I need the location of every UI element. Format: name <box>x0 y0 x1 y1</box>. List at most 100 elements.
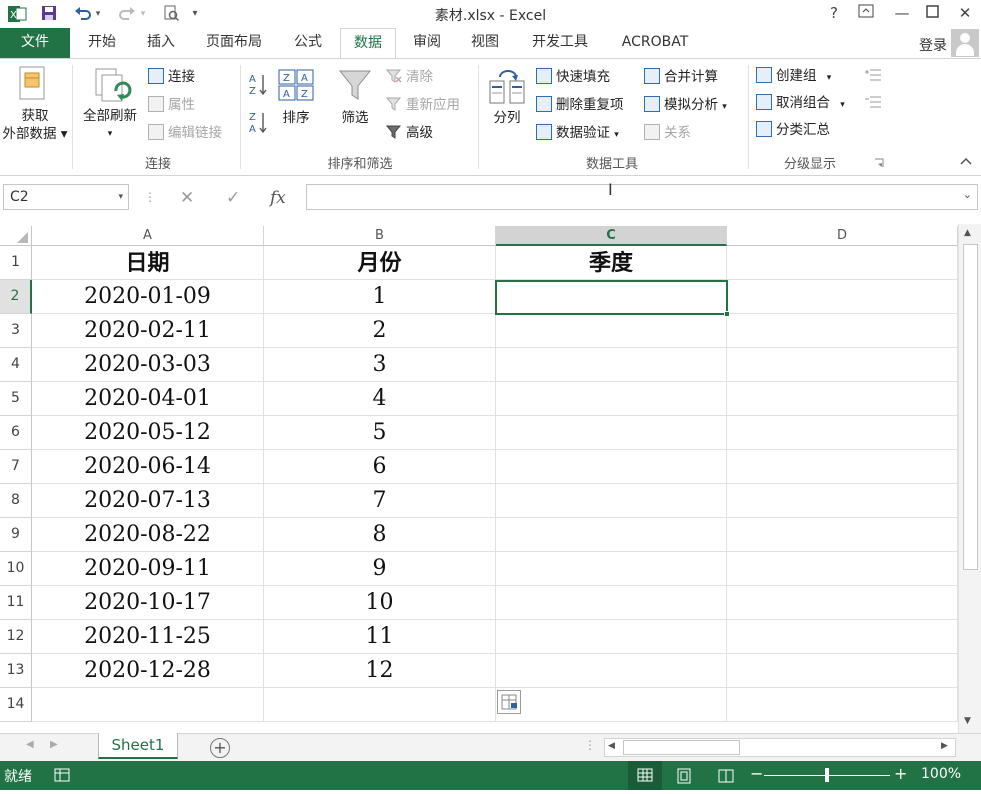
refresh-all-icon[interactable] <box>92 67 132 107</box>
zoom-slider-thumb[interactable] <box>825 768 829 782</box>
fill-handle[interactable] <box>724 311 730 317</box>
date-cell[interactable]: 2020-07-13 <box>32 484 264 518</box>
header-cell[interactable]: 日期 <box>32 246 264 280</box>
show-detail-icon[interactable] <box>864 68 882 82</box>
row-header[interactable]: 14 <box>0 688 32 722</box>
sort-dialog-icon[interactable]: ZAAZ <box>278 69 314 101</box>
empty-cell[interactable] <box>727 688 958 722</box>
row-header[interactable]: 12 <box>0 620 32 654</box>
date-cell[interactable]: 2020-04-01 <box>32 382 264 416</box>
get-external-data-icon[interactable] <box>16 65 52 103</box>
date-cell[interactable]: 2020-03-03 <box>32 348 264 382</box>
sort-button[interactable]: 排序 <box>274 109 318 127</box>
row-header[interactable]: 7 <box>0 450 32 484</box>
minimize-button[interactable]: — <box>888 2 916 24</box>
month-cell[interactable]: 6 <box>264 450 496 484</box>
remove-duplicates-button[interactable]: 删除重复项 <box>536 96 624 114</box>
row-header[interactable]: 9 <box>0 518 32 552</box>
maximize-button[interactable] <box>918 2 946 24</box>
empty-cell[interactable] <box>727 518 958 552</box>
tab-file[interactable]: 文件 <box>0 28 70 58</box>
month-cell[interactable]: 7 <box>264 484 496 518</box>
empty-cell[interactable] <box>727 280 958 314</box>
row-header[interactable]: 5 <box>0 382 32 416</box>
cancel-entry-icon[interactable]: ✕ <box>180 188 194 208</box>
empty-cell[interactable] <box>496 586 727 620</box>
advanced-filter-button[interactable]: 高级 <box>385 124 433 142</box>
empty-cell[interactable] <box>496 552 727 586</box>
empty-cell[interactable] <box>496 518 727 552</box>
zoom-in-icon[interactable]: + <box>894 764 907 783</box>
tab-developer[interactable]: 开发工具 <box>520 28 600 58</box>
ungroup-dropdown-icon[interactable]: ▾ <box>840 100 845 110</box>
date-cell[interactable]: 2020-12-28 <box>32 654 264 688</box>
text-to-columns-button[interactable]: 分列 <box>484 109 530 127</box>
tab-review[interactable]: 审阅 <box>404 28 450 58</box>
empty-cell[interactable] <box>727 314 958 348</box>
refresh-dropdown-icon[interactable]: ▾ <box>76 125 144 143</box>
vertical-scroll-thumb[interactable] <box>963 244 978 570</box>
hide-detail-icon[interactable] <box>864 95 882 109</box>
date-cell[interactable]: 2020-08-22 <box>32 518 264 552</box>
empty-cell[interactable] <box>496 654 727 688</box>
row-header[interactable]: 2 <box>0 280 32 314</box>
edit-links-button[interactable]: 编辑链接 <box>148 124 222 142</box>
consolidate-button[interactable]: 合并计算 <box>644 68 718 86</box>
tab-home[interactable]: 开始 <box>78 28 126 58</box>
empty-cell[interactable] <box>496 382 727 416</box>
empty-cell[interactable] <box>727 416 958 450</box>
reapply-button[interactable]: 重新应用 <box>385 96 460 114</box>
data-validation-button[interactable]: 数据验证 ▾ <box>536 124 619 144</box>
normal-view-icon[interactable] <box>628 761 662 790</box>
header-cell[interactable]: 季度 <box>496 246 727 280</box>
header-cell[interactable]: 月份 <box>264 246 496 280</box>
month-cell[interactable]: 10 <box>264 586 496 620</box>
month-cell[interactable]: 2 <box>264 314 496 348</box>
avatar[interactable] <box>951 29 979 57</box>
active-cell-c2[interactable] <box>495 280 730 317</box>
empty-cell[interactable] <box>496 450 727 484</box>
collapse-ribbon-icon[interactable] <box>958 155 974 167</box>
tab-view[interactable]: 视图 <box>462 28 508 58</box>
worksheet-grid[interactable]: A B C D 1 2 3 4 5 6 7 8 9 10 11 12 13 14 日期 月份 季度 2020-0… <box>0 224 958 733</box>
insert-function-icon[interactable]: fx <box>270 188 286 208</box>
zoom-out-icon[interactable]: − <box>750 764 763 783</box>
empty-cell[interactable] <box>496 620 727 654</box>
empty-cell[interactable] <box>727 382 958 416</box>
date-cell[interactable]: 2020-09-11 <box>32 552 264 586</box>
refresh-all-button[interactable]: 全部刷新 ▾ <box>76 107 144 143</box>
close-button[interactable]: ✕ <box>951 2 979 24</box>
scroll-up-icon[interactable]: ▲ <box>964 228 971 238</box>
empty-cell[interactable] <box>727 450 958 484</box>
empty-cell[interactable] <box>496 314 727 348</box>
row-header[interactable]: 4 <box>0 348 32 382</box>
zoom-level[interactable]: 100% <box>921 766 961 782</box>
properties-button[interactable]: 属性 <box>148 96 195 114</box>
group-button[interactable]: 创建组 ▾ <box>756 67 831 87</box>
formula-bar-options-icon[interactable]: ⋮ <box>144 190 156 204</box>
tab-acrobat[interactable]: ACROBAT <box>612 28 698 58</box>
horizontal-scrollbar[interactable]: ◀ ▶ <box>604 738 956 757</box>
tab-formulas[interactable]: 公式 <box>284 28 332 58</box>
clear-filter-button[interactable]: 清除 <box>385 68 433 86</box>
sheet-tab-sheet1[interactable]: Sheet1 <box>98 733 178 759</box>
empty-cell[interactable] <box>727 246 958 280</box>
login-link[interactable]: 登录 <box>919 35 947 55</box>
row-header[interactable]: 8 <box>0 484 32 518</box>
confirm-entry-icon[interactable]: ✓ <box>226 188 240 208</box>
row-header[interactable]: 1 <box>0 246 32 280</box>
sheet-scroll-right-icon[interactable]: ▶ <box>50 739 58 750</box>
scroll-down-icon[interactable]: ▼ <box>964 716 971 726</box>
month-cell[interactable]: 5 <box>264 416 496 450</box>
what-if-dropdown-icon[interactable]: ▾ <box>722 102 727 112</box>
connections-button[interactable]: 连接 <box>148 68 195 86</box>
what-if-analysis-button[interactable]: 模拟分析 ▾ <box>644 96 727 116</box>
sort-za-icon[interactable]: ZA <box>248 109 270 135</box>
month-cell[interactable]: 3 <box>264 348 496 382</box>
filter-icon[interactable] <box>338 69 372 103</box>
outline-dialog-launcher-icon[interactable] <box>874 157 884 167</box>
horizontal-scroll-thumb[interactable] <box>623 740 740 755</box>
date-cell[interactable]: 2020-05-12 <box>32 416 264 450</box>
column-header-b[interactable]: B <box>264 226 496 246</box>
text-to-columns-icon[interactable] <box>488 67 526 107</box>
